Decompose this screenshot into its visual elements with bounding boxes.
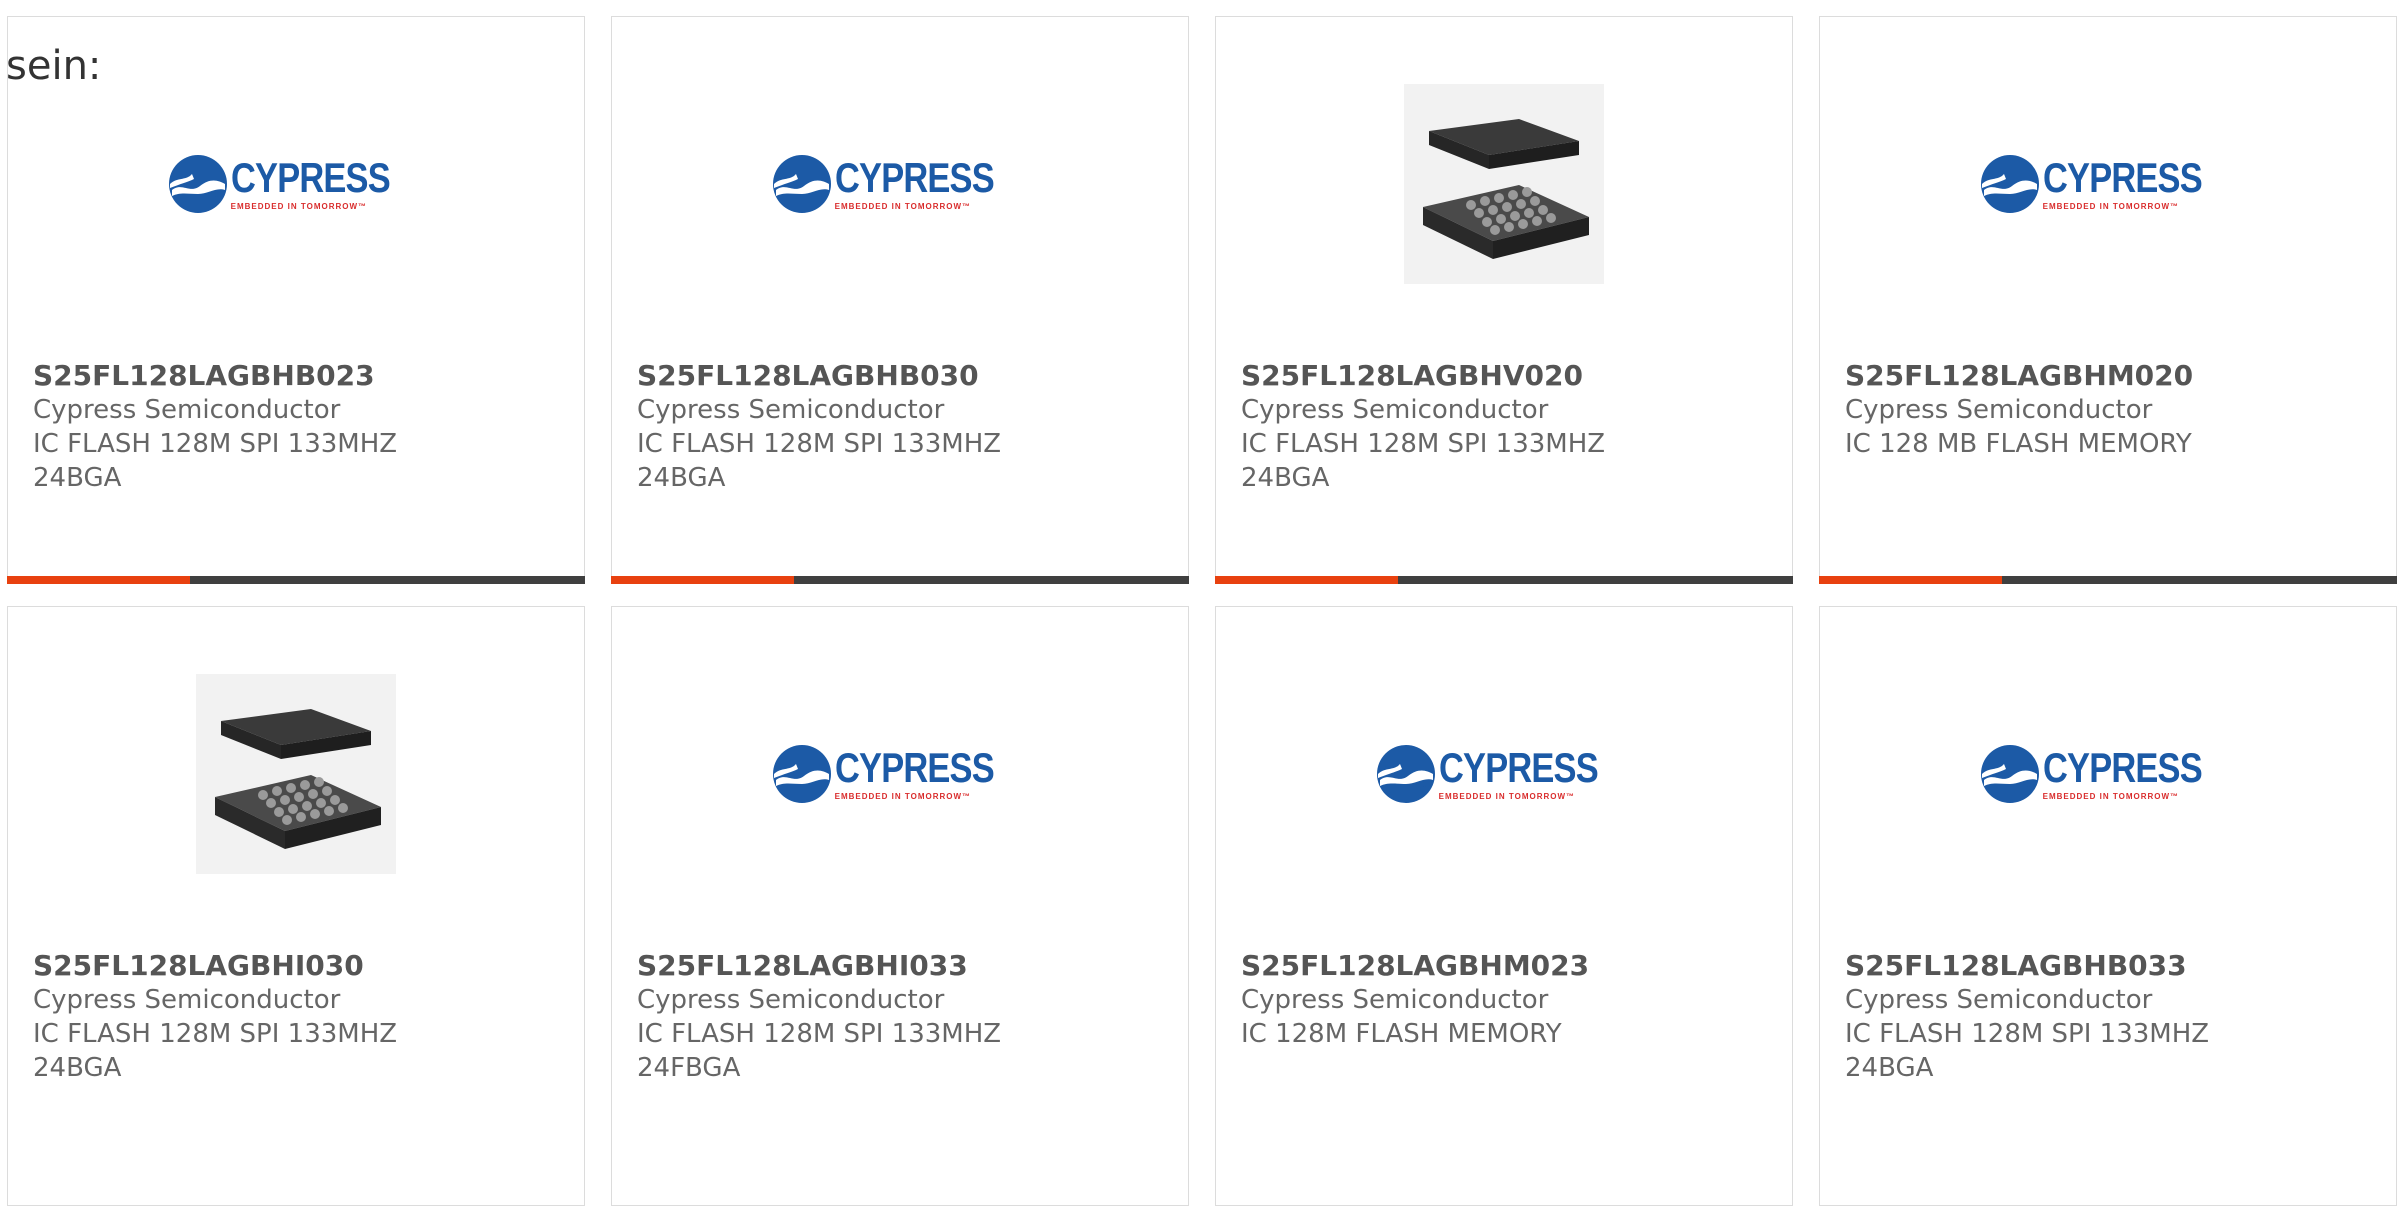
product-package: 24BGA: [33, 463, 122, 493]
product-package: 24FBGA: [637, 1053, 741, 1083]
logo-tagline: EMBEDDED IN TOMORROW™: [834, 202, 972, 211]
product-info: S25FL128LAGBHV020 Cypress Semiconductor IC…: [1241, 359, 1772, 495]
product-info: S25FL128LAGBHM020 Cypress Semiconductor IC…: [1845, 359, 2376, 461]
logo-wordmark: CYPRESS: [834, 744, 995, 791]
cypress-logo-icon: [168, 155, 227, 213]
product-info: S25FL128LAGBHI033 Cypress Semiconductor IC…: [637, 949, 1168, 1085]
manufacturer-name: Cypress Semiconductor: [1845, 395, 2153, 425]
part-number[interactable]: S25FL128LAGBHM023: [1241, 949, 1772, 983]
part-number[interactable]: S25FL128LAGBHB030: [637, 359, 1168, 393]
product-package: 24BGA: [637, 463, 726, 493]
logo-wordmark: CYPRESS: [2042, 744, 2203, 791]
product-image[interactable]: [1216, 69, 1792, 299]
logo-tagline: EMBEDDED IN TOMORROW™: [230, 202, 368, 211]
product-card[interactable]: S25FL128LAGBHV020 Cypress Semiconductor IC…: [1215, 16, 1793, 584]
product-card[interactable]: CYPRESS EMBEDDED IN TOMORROW™ S25FL128LA…: [1819, 606, 2397, 1206]
manufacturer-name: Cypress Semiconductor: [637, 395, 945, 425]
cypress-logo: CYPRESS EMBEDDED IN TOMORROW™: [168, 154, 425, 214]
cypress-logo: CYPRESS EMBEDDED IN TOMORROW™: [1980, 744, 2237, 804]
cypress-logo: CYPRESS EMBEDDED IN TOMORROW™: [1376, 744, 1633, 804]
cypress-logo-icon: [1376, 745, 1435, 803]
product-description: IC 128 MB FLASH MEMORY: [1845, 429, 2192, 459]
logo-tagline: EMBEDDED IN TOMORROW™: [2042, 792, 2180, 801]
card-accent-bar: [7, 576, 190, 584]
manufacturer-name: Cypress Semiconductor: [1845, 985, 2153, 1015]
logo-tagline: EMBEDDED IN TOMORROW™: [2042, 202, 2180, 211]
product-description: IC FLASH 128M SPI 133MHZ: [1241, 429, 1606, 459]
product-image[interactable]: CYPRESS EMBEDDED IN TOMORROW™: [612, 69, 1188, 299]
card-bottom-bar: [611, 576, 1189, 584]
logo-wordmark: CYPRESS: [230, 154, 391, 201]
part-number[interactable]: S25FL128LAGBHV020: [1241, 359, 1772, 393]
part-number[interactable]: S25FL128LAGBHI033: [637, 949, 1168, 983]
product-description: IC FLASH 128M SPI 133MHZ: [637, 1019, 1002, 1049]
product-info: S25FL128LAGBHB023 Cypress Semiconductor IC…: [33, 359, 564, 495]
product-card[interactable]: CYPRESS EMBEDDED IN TOMORROW™ S25FL128LA…: [611, 606, 1189, 1206]
cypress-logo-icon: [1980, 155, 2039, 213]
card-bottom-bar: [7, 576, 585, 584]
product-package: 24BGA: [1241, 463, 1330, 493]
product-description: IC FLASH 128M SPI 133MHZ: [1845, 1019, 2210, 1049]
product-image[interactable]: CYPRESS EMBEDDED IN TOMORROW™: [612, 659, 1188, 889]
card-accent-bar: [1215, 576, 1398, 584]
product-card[interactable]: S25FL128LAGBHI030 Cypress Semiconductor IC…: [7, 606, 585, 1206]
logo-wordmark: CYPRESS: [1438, 744, 1599, 791]
product-card[interactable]: CYPRESS EMBEDDED IN TOMORROW™ S25FL128LA…: [7, 16, 585, 584]
manufacturer-name: Cypress Semiconductor: [637, 985, 945, 1015]
product-image[interactable]: [8, 659, 584, 889]
product-package: 24BGA: [33, 1053, 122, 1083]
product-image[interactable]: CYPRESS EMBEDDED IN TOMORROW™: [1820, 69, 2396, 299]
product-package: 24BGA: [1845, 1053, 1934, 1083]
manufacturer-name: Cypress Semiconductor: [1241, 395, 1549, 425]
product-description: IC FLASH 128M SPI 133MHZ: [33, 429, 398, 459]
product-card[interactable]: CYPRESS EMBEDDED IN TOMORROW™ S25FL128LA…: [1215, 606, 1793, 1206]
part-number[interactable]: S25FL128LAGBHB033: [1845, 949, 2376, 983]
cypress-logo-icon: [772, 745, 831, 803]
product-description: IC FLASH 128M SPI 133MHZ: [637, 429, 1002, 459]
cypress-logo: CYPRESS EMBEDDED IN TOMORROW™: [772, 744, 1029, 804]
cypress-logo: CYPRESS EMBEDDED IN TOMORROW™: [1980, 154, 2237, 214]
card-accent-bar: [1819, 576, 2002, 584]
product-description: IC 128M FLASH MEMORY: [1241, 1019, 1562, 1049]
card-bottom-bar: [1215, 576, 1793, 584]
card-accent-bar: [611, 576, 794, 584]
product-image[interactable]: CYPRESS EMBEDDED IN TOMORROW™: [8, 69, 584, 299]
intro-text: sein:: [6, 43, 102, 89]
logo-wordmark: CYPRESS: [2042, 154, 2203, 201]
product-description: IC FLASH 128M SPI 133MHZ: [33, 1019, 398, 1049]
manufacturer-name: Cypress Semiconductor: [1241, 985, 1549, 1015]
product-image[interactable]: CYPRESS EMBEDDED IN TOMORROW™: [1820, 659, 2396, 889]
manufacturer-name: Cypress Semiconductor: [33, 985, 341, 1015]
logo-wordmark: CYPRESS: [834, 154, 995, 201]
part-number[interactable]: S25FL128LAGBHI030: [33, 949, 564, 983]
product-card[interactable]: CYPRESS EMBEDDED IN TOMORROW™ S25FL128LA…: [1819, 16, 2397, 584]
product-info: S25FL128LAGBHM023 Cypress Semiconductor IC…: [1241, 949, 1772, 1051]
cypress-logo-icon: [772, 155, 831, 213]
product-info: S25FL128LAGBHB033 Cypress Semiconductor IC…: [1845, 949, 2376, 1085]
card-bottom-bar: [1819, 576, 2397, 584]
part-number[interactable]: S25FL128LAGBHB023: [33, 359, 564, 393]
cypress-logo: CYPRESS EMBEDDED IN TOMORROW™: [772, 154, 1029, 214]
bga-chip-icon: [196, 674, 396, 874]
product-info: S25FL128LAGBHB030 Cypress Semiconductor IC…: [637, 359, 1168, 495]
part-number[interactable]: S25FL128LAGBHM020: [1845, 359, 2376, 393]
product-image[interactable]: CYPRESS EMBEDDED IN TOMORROW™: [1216, 659, 1792, 889]
logo-tagline: EMBEDDED IN TOMORROW™: [834, 792, 972, 801]
cypress-logo-icon: [1980, 745, 2039, 803]
logo-tagline: EMBEDDED IN TOMORROW™: [1438, 792, 1576, 801]
bga-chip-icon: [1404, 84, 1604, 284]
product-card[interactable]: CYPRESS EMBEDDED IN TOMORROW™ S25FL128LA…: [611, 16, 1189, 584]
manufacturer-name: Cypress Semiconductor: [33, 395, 341, 425]
product-info: S25FL128LAGBHI030 Cypress Semiconductor IC…: [33, 949, 564, 1085]
